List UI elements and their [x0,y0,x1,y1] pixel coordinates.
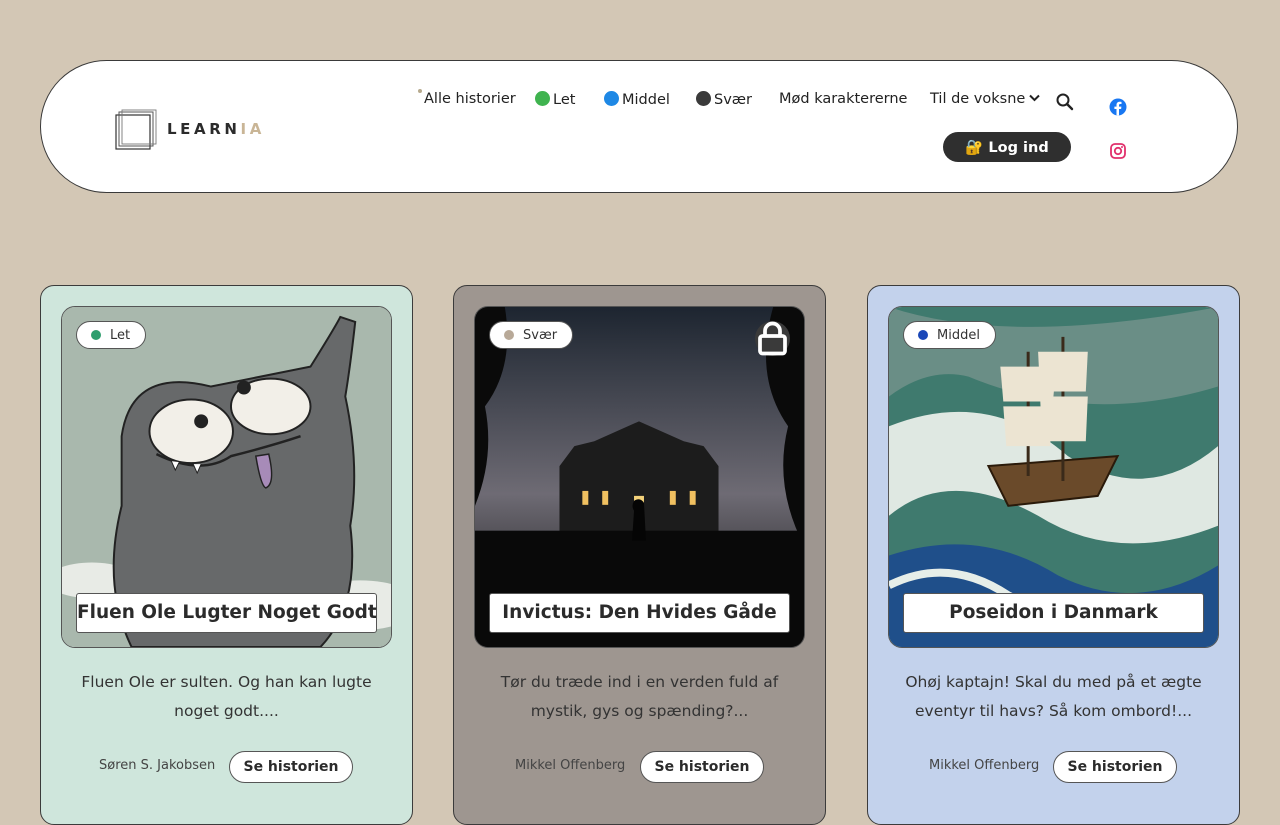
nav-item-hard[interactable]: Svær [696,91,752,108]
story-title[interactable]: Invictus: Den Hvides Gåde [489,593,790,633]
site-header: LEARNIA Alle historier Let Middel Svær M… [40,60,1238,193]
story-image[interactable]: Middel Poseidon i Danmark [888,306,1219,648]
story-card[interactable]: Middel Poseidon i Danmark Ohøj kaptajn! … [867,285,1240,825]
login-button[interactable]: 🔐 Log ind [943,132,1071,162]
story-card[interactable]: Let Fluen Ole Lugter Noget Godt Fluen Ol… [40,285,413,825]
story-description: Ohøj kaptajn! Skal du med på et ægte eve… [905,673,1202,720]
logo-mark-icon [115,109,157,150]
green-circle-icon [535,91,550,106]
black-circle-icon [696,91,711,106]
level-dot-icon [918,330,928,340]
level-dot-icon [504,330,514,340]
nav-item-for-adults[interactable]: Til de voksne [930,91,1041,107]
story-image[interactable]: Let Fluen Ole Lugter Noget Godt [61,306,392,648]
story-description: Tør du træde ind i en verden fuld af mys… [500,673,779,720]
story-title[interactable]: Poseidon i Danmark [903,593,1204,633]
story-title[interactable]: Fluen Ole Lugter Noget Godt [76,593,377,633]
see-story-button[interactable]: Se historien [1053,751,1177,783]
nav-item-characters[interactable]: Mød karaktererne [779,91,907,107]
story-image[interactable]: Svær Invictus: Den Hvides Gåde [474,306,805,648]
nav-item-easy[interactable]: Let [535,91,575,108]
see-story-button[interactable]: Se historien [640,751,764,783]
level-dot-icon [91,330,101,340]
story-author: Søren S. Jakobsen [99,758,216,773]
story-description: Fluen Ole er sulten. Og han kan lugte no… [81,673,372,720]
lock-icon [755,321,790,356]
active-indicator [418,89,422,93]
search-icon[interactable] [1055,92,1075,112]
facebook-icon[interactable] [1109,98,1127,116]
blue-circle-icon [604,91,619,106]
level-badge: Let [76,321,147,349]
instagram-icon[interactable] [1109,142,1127,160]
nav-item-medium[interactable]: Middel [604,91,670,108]
see-story-button[interactable]: Se historien [229,751,353,783]
level-badge: Middel [903,321,996,349]
story-author: Mikkel Offenberg [929,758,1040,773]
chevron-down-icon [1029,94,1041,102]
level-badge: Svær [489,321,574,349]
nav-item-all-stories[interactable]: Alle historier [424,91,516,107]
story-author: Mikkel Offenberg [515,758,626,773]
learnia-logo[interactable]: LEARNIA [115,107,265,153]
story-card[interactable]: Svær Invictus: Den Hvides Gåde Tør du tr… [453,285,826,825]
logo-text: LEARNIA [167,120,265,138]
